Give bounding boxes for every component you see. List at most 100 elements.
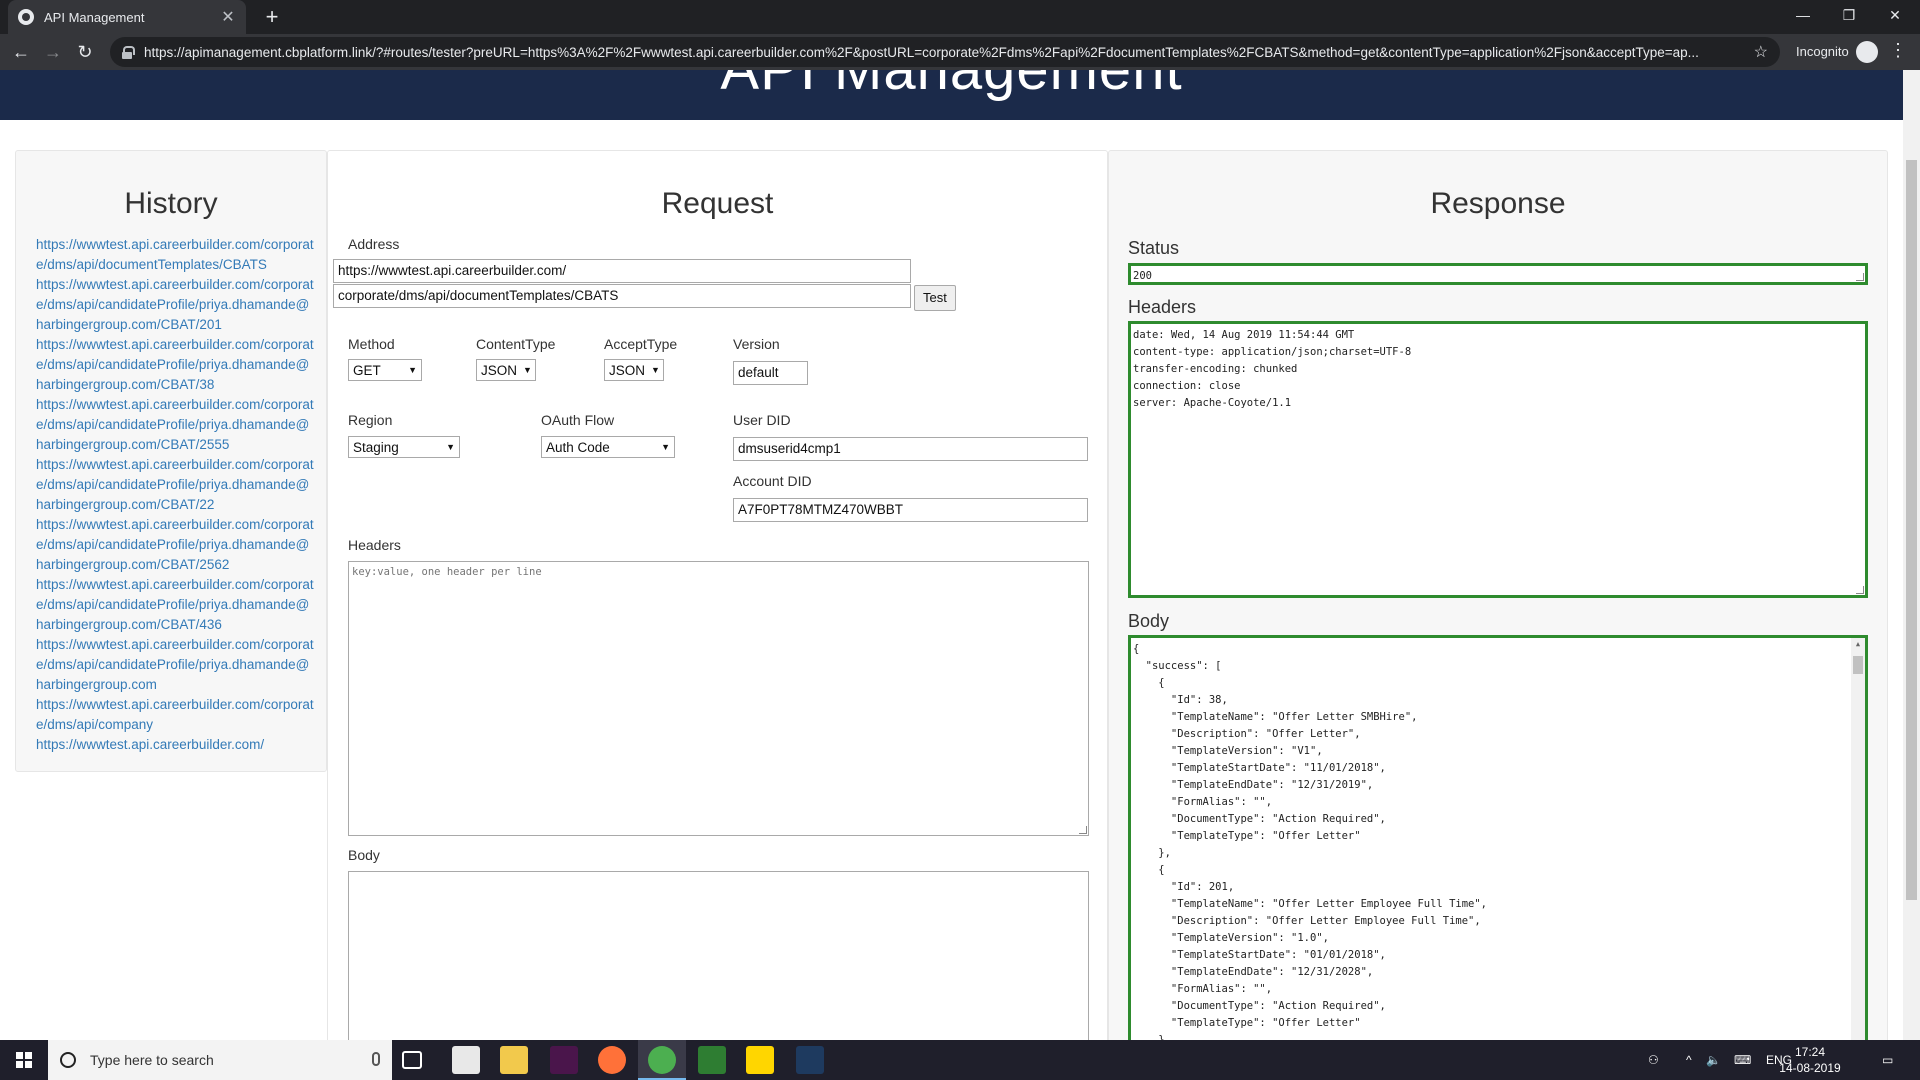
region-select[interactable]: Staging ▼ <box>348 436 460 458</box>
body-scrollbar[interactable]: ▲ <box>1851 638 1865 1040</box>
slack-icon[interactable] <box>550 1046 578 1074</box>
tab-favicon-icon <box>18 9 34 25</box>
chevron-down-icon: ▼ <box>446 442 455 452</box>
response-body-line: "DocumentType": "Action Required", <box>1133 1000 1386 1012</box>
history-link[interactable]: https://wwwtest.api.careerbuilder.com/ <box>36 735 316 755</box>
response-body-field[interactable]: { "success": [ { "Id": 38, "TemplateName… <box>1128 635 1868 1040</box>
chevron-down-icon: ▼ <box>523 365 532 375</box>
file-explorer-icon[interactable] <box>500 1046 528 1074</box>
lock-icon <box>122 46 135 59</box>
menu-kebab-icon[interactable]: ⋮ <box>1888 40 1908 61</box>
response-body-line: "TemplateVersion": "1.0", <box>1133 932 1329 944</box>
close-window-icon[interactable]: ✕ <box>1872 0 1918 30</box>
page-scrollbar[interactable] <box>1903 70 1920 1040</box>
history-link[interactable]: https://wwwtest.api.careerbuilder.com/co… <box>36 275 316 335</box>
request-title: Request <box>661 187 774 220</box>
response-body-line: "success": [ <box>1133 660 1222 672</box>
scroll-thumb[interactable] <box>1853 656 1863 674</box>
region-value: Staging <box>353 439 399 455</box>
ssms-icon[interactable] <box>796 1046 824 1074</box>
mail-icon[interactable] <box>452 1046 480 1074</box>
request-body-textarea[interactable] <box>348 871 1089 1040</box>
chevron-down-icon: ▼ <box>651 365 660 375</box>
response-body-line: "FormAlias": "", <box>1133 796 1273 808</box>
bookmark-star-icon[interactable]: ☆ <box>1754 42 1768 62</box>
chrome-icon[interactable] <box>648 1046 676 1074</box>
content-type-select[interactable]: JSON ▼ <box>476 359 536 381</box>
chevron-up-icon[interactable]: ^ <box>1686 1040 1692 1080</box>
app-icon[interactable] <box>698 1046 726 1074</box>
volume-icon[interactable]: 🔈 <box>1706 1040 1721 1080</box>
response-body-line: "Id": 201, <box>1133 881 1235 893</box>
response-body-line: "TemplateEndDate": "12/31/2028", <box>1133 966 1374 978</box>
forward-icon[interactable]: → <box>41 40 65 64</box>
status-field[interactable]: 200 <box>1128 263 1868 285</box>
resize-handle-icon[interactable] <box>1856 273 1864 281</box>
user-did-input[interactable]: dmsuserid4cmp1 <box>733 437 1088 461</box>
oauth-flow-label: OAuth Flow <box>541 412 615 428</box>
response-body-line: "TemplateName": "Offer Letter SMBHire", <box>1133 711 1418 723</box>
oauth-flow-select[interactable]: Auth Code ▼ <box>541 436 675 458</box>
chevron-down-icon: ▼ <box>408 365 417 375</box>
history-link[interactable]: https://wwwtest.api.careerbuilder.com/co… <box>36 235 316 275</box>
history-link[interactable]: https://wwwtest.api.careerbuilder.com/co… <box>36 515 316 575</box>
browser-tab[interactable]: API Management ✕ <box>8 0 246 34</box>
start-button[interactable] <box>0 1040 48 1080</box>
history-link[interactable]: https://wwwtest.api.careerbuilder.com/co… <box>36 395 316 455</box>
windows-taskbar: Type here to search ⚇ ^ 🔈 ⌨ ENG 17:24 14… <box>0 1040 1920 1080</box>
restore-icon[interactable]: ❐ <box>1826 0 1872 30</box>
history-link[interactable]: https://wwwtest.api.careerbuilder.com/co… <box>36 335 316 395</box>
history-link[interactable]: https://wwwtest.api.careerbuilder.com/co… <box>36 455 316 515</box>
history-list: https://wwwtest.api.careerbuilder.com/co… <box>36 235 316 755</box>
response-headers-field[interactable]: date: Wed, 14 Aug 2019 11:54:44 GMT conte… <box>1128 321 1868 598</box>
scroll-up-icon[interactable]: ▲ <box>1853 640 1863 652</box>
account-did-input[interactable]: A7F0PT78MTMZ470WBBT <box>733 498 1088 522</box>
task-view-icon[interactable] <box>402 1051 422 1069</box>
minimize-icon[interactable]: — <box>1780 0 1826 30</box>
back-icon[interactable]: ← <box>9 40 33 64</box>
response-body-line: "TemplateEndDate": "12/31/2019", <box>1133 779 1374 791</box>
resize-handle-icon[interactable] <box>1856 586 1864 594</box>
firefox-icon[interactable] <box>598 1046 626 1074</box>
test-button[interactable]: Test <box>914 285 956 311</box>
accept-type-select[interactable]: JSON ▼ <box>604 359 664 381</box>
method-select[interactable]: GET ▼ <box>348 359 422 381</box>
history-link[interactable]: https://wwwtest.api.careerbuilder.com/co… <box>36 695 316 735</box>
incognito-icon[interactable] <box>1856 41 1878 63</box>
version-input[interactable]: default <box>733 361 808 385</box>
clock-time: 17:24 <box>1794 1045 1826 1059</box>
browser-toolbar: ← → ↻ https://apimanagement.cbplatform.l… <box>0 34 1920 70</box>
reload-icon[interactable]: ↻ <box>73 40 97 64</box>
status-value: 200 <box>1133 270 1152 282</box>
request-headers-textarea[interactable]: key:value, one header per line <box>348 561 1089 836</box>
history-link[interactable]: https://wwwtest.api.careerbuilder.com/co… <box>36 575 316 635</box>
address-bar[interactable]: https://apimanagement.cbplatform.link/?#… <box>110 37 1780 67</box>
people-icon[interactable]: ⚇ <box>1648 1040 1659 1080</box>
response-body-line: "Description": "Offer Letter", <box>1133 728 1361 740</box>
new-tab-icon[interactable]: + <box>260 5 284 29</box>
request-panel: Request Address https://wwwtest.api.care… <box>327 150 1108 1040</box>
sticky-notes-icon[interactable] <box>746 1046 774 1074</box>
response-body-line: "TemplateStartDate": "11/01/2018", <box>1133 762 1386 774</box>
page-scroll-thumb[interactable] <box>1906 160 1917 900</box>
history-link[interactable]: https://wwwtest.api.careerbuilder.com/co… <box>36 635 316 695</box>
close-tab-icon[interactable]: ✕ <box>220 7 236 27</box>
keyboard-icon[interactable]: ⌨ <box>1734 1040 1751 1080</box>
region-label: Region <box>348 412 393 428</box>
resize-handle-icon[interactable] <box>1079 826 1087 834</box>
response-body-line: "TemplateStartDate": "01/01/2018", <box>1133 949 1386 961</box>
method-label: Method <box>348 336 395 352</box>
status-label: Status <box>1128 238 1180 258</box>
response-body-line: "TemplateName": "Offer Letter Employee F… <box>1133 898 1488 910</box>
accept-type-value: JSON <box>609 362 646 378</box>
taskbar-search[interactable]: Type here to search <box>48 1040 392 1080</box>
notification-icon[interactable]: ▭ <box>1882 1040 1893 1080</box>
browser-tab-bar: API Management ✕ + — ❐ ✕ <box>0 0 1920 34</box>
response-header-line: date: Wed, 14 Aug 2019 11:54:44 GMT <box>1133 329 1355 341</box>
response-panel: Response Status 200 Headers date: Wed, 1… <box>1108 150 1888 1040</box>
pre-url-input[interactable]: https://wwwtest.api.careerbuilder.com/ <box>333 259 911 283</box>
microphone-icon[interactable] <box>372 1052 380 1066</box>
content-type-label: ContentType <box>476 336 556 352</box>
taskbar-clock[interactable]: 17:24 14-08-2019 <box>1775 1044 1845 1076</box>
post-url-input[interactable]: corporate/dms/api/documentTemplates/CBAT… <box>333 284 911 308</box>
